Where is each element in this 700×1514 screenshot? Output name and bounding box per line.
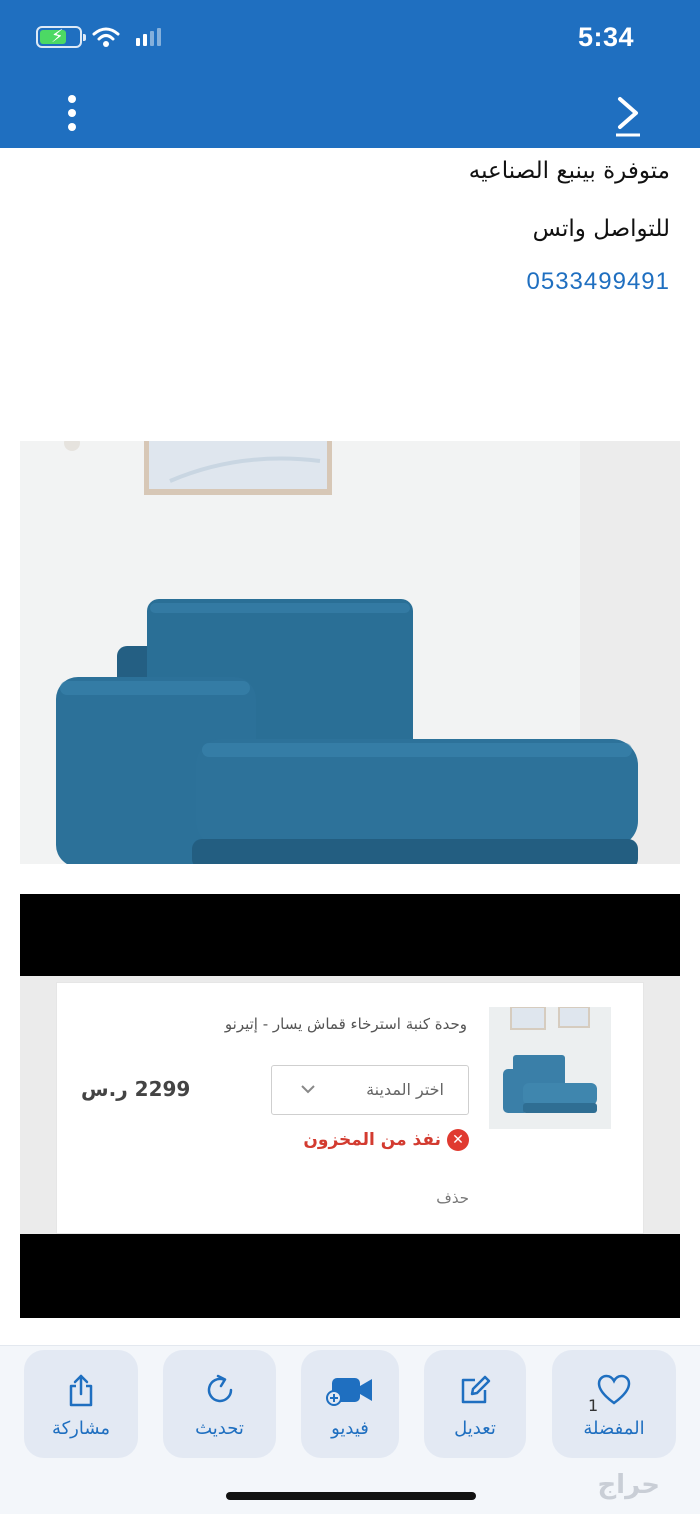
forward-arrow-icon[interactable] (612, 95, 648, 137)
bottom-action-bar: 1 المفضلة تعديل فيديو تحديث مشاركة (0, 1345, 700, 1514)
favorites-count: 1 (588, 1396, 599, 1415)
refresh-button[interactable]: تحديث (163, 1350, 276, 1458)
edit-icon (461, 1375, 491, 1404)
share-label: مشاركة (51, 1418, 111, 1439)
embedded-screenshot: وحدة كنبة استرخاء قماش يسار - إتيرنو اخت… (20, 894, 680, 1318)
error-x-icon: ✕ (447, 1129, 469, 1151)
refresh-label: تحديث (195, 1418, 244, 1439)
favorites-label: المفضلة (583, 1418, 645, 1439)
cellular-signal-icon (136, 28, 161, 46)
black-bar-bottom (20, 1234, 680, 1318)
city-select-placeholder: اختر المدينة (366, 1080, 444, 1099)
out-of-stock-notice: ✕ نفذ من المخزون (303, 1129, 469, 1151)
product-card: وحدة كنبة استرخاء قماش يسار - إتيرنو اخت… (56, 982, 644, 1234)
home-indicator[interactable] (226, 1492, 476, 1500)
edit-label: تعديل (454, 1418, 496, 1439)
product-thumbnail[interactable] (489, 1007, 611, 1129)
refresh-icon (207, 1374, 232, 1403)
share-button[interactable]: مشاركة (24, 1350, 138, 1458)
status-icons: ⚡ (36, 26, 161, 48)
product-name: وحدة كنبة استرخاء قماش يسار - إتيرنو (224, 1015, 467, 1033)
black-bar-top (20, 894, 680, 976)
more-menu-icon[interactable] (62, 93, 82, 133)
app-header: ⚡ 5:34 (0, 0, 700, 148)
video-add-icon (326, 1378, 372, 1406)
delete-link[interactable]: حذف (436, 1189, 469, 1207)
favorites-button[interactable]: 1 المفضلة (552, 1350, 676, 1458)
product-price: 2299 ر.س (81, 1077, 191, 1101)
status-time: 5:34 (577, 22, 634, 52)
out-of-stock-text: نفذ من المخزون (303, 1130, 441, 1150)
sofa-illustration (20, 441, 680, 864)
sofa-photo[interactable] (20, 441, 680, 864)
chevron-down-icon (301, 1085, 315, 1094)
battery-icon: ⚡ (36, 26, 86, 48)
share-icon (69, 1374, 93, 1407)
video-label: فيديو (331, 1418, 369, 1439)
wifi-icon (92, 27, 120, 47)
video-button[interactable]: فيديو (301, 1350, 399, 1458)
edit-button[interactable]: تعديل (424, 1350, 526, 1458)
haraj-logo: حراج (597, 1470, 660, 1500)
city-select[interactable]: اختر المدينة (271, 1065, 469, 1115)
ad-description-line: متوفرة بينبع الصناعيه (468, 158, 670, 184)
phone-link[interactable]: 0533499491 (527, 268, 670, 296)
ad-contact-line: للتواصل واتس (532, 216, 670, 242)
heart-icon (597, 1374, 631, 1405)
